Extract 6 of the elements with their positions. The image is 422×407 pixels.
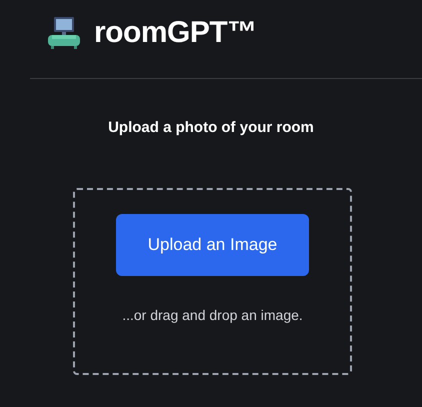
drop-zone[interactable]: Upload an Image ...or drag and drop an image. (73, 188, 352, 375)
drag-drop-hint: ...or drag and drop an image. (122, 307, 303, 323)
upload-button[interactable]: Upload an Image (116, 214, 309, 276)
app-title: roomGPT™ (94, 16, 257, 50)
upload-heading: Upload a photo of your room (107, 119, 315, 136)
couch-monitor-icon (46, 16, 82, 50)
